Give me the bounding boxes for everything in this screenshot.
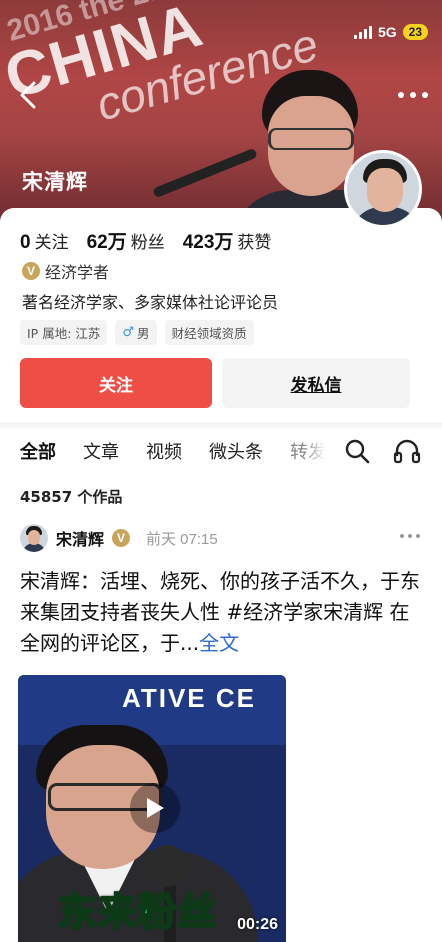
stat-label: 粉丝 — [130, 233, 165, 253]
post-more-icon[interactable] — [398, 531, 422, 541]
verified-badge-icon: V — [112, 529, 131, 547]
stat-value: 0 — [20, 232, 31, 253]
verified-line: V 经济学者 — [22, 259, 109, 283]
search-icon[interactable] — [344, 438, 370, 464]
banner-username: 宋清辉 — [22, 170, 88, 194]
content-tabs: 全部 文章 视频 微头条 转发 — [20, 438, 338, 464]
post-author-avatar[interactable] — [20, 524, 48, 552]
stat-likes[interactable]: 423万 获赞 — [183, 227, 272, 254]
more-icon[interactable] — [396, 88, 430, 102]
stat-value: 423万 — [182, 232, 234, 253]
video-caption: 东来粉丝 — [57, 889, 219, 935]
post-author-name[interactable]: 宋清辉 — [56, 526, 104, 550]
stat-followers[interactable]: 62万 粉丝 — [87, 227, 165, 254]
tab-all[interactable]: 全部 — [20, 438, 56, 464]
tag-ip-location: IP 属地: 江苏 — [20, 320, 108, 345]
verified-badge-icon: V — [22, 262, 40, 280]
follow-button[interactable]: 关注 — [20, 358, 212, 408]
tab-reposts[interactable]: 转发 — [290, 438, 326, 464]
video-duration: 00:26 — [237, 916, 278, 933]
verified-title: 经济学者 — [45, 263, 110, 282]
play-icon[interactable] — [130, 783, 180, 833]
stat-label: 关注 — [34, 233, 69, 253]
post-text-block[interactable]: 宋清辉：活埋、烧死、你的孩子活不久，于东来集团支持者丧失人性 #经济学家宋清辉 … — [20, 566, 420, 659]
stat-following[interactable]: 0 关注 — [20, 228, 69, 254]
send-message-button[interactable]: 发私信 — [222, 358, 410, 408]
video-thumbnail[interactable]: ATIVE CE 东来粉丝 00:26 — [18, 675, 286, 942]
back-icon[interactable] — [16, 80, 42, 110]
profile-bio: 著名经济学家、多家媒体社论评论员 — [22, 293, 279, 312]
section-divider — [0, 422, 442, 428]
profile-tags: IP 属地: 江苏 ♂ 男 财经领域资质 — [20, 320, 254, 345]
profile-stats: 0 关注 62万 粉丝 423万 获赞 — [20, 227, 271, 254]
headset-icon[interactable] — [393, 438, 421, 464]
tab-articles[interactable]: 文章 — [83, 438, 119, 464]
stat-label: 获赞 — [237, 233, 272, 253]
status-bar: 5G 23 — [353, 24, 428, 40]
male-icon: ♂ — [122, 325, 135, 340]
tab-videos[interactable]: 视频 — [146, 438, 182, 464]
post-timestamp: 前天 07:15 — [146, 530, 218, 548]
battery-icon: 23 — [402, 24, 428, 40]
network-type: 5G — [377, 24, 397, 40]
stat-value: 62万 — [86, 232, 127, 253]
avatar[interactable] — [344, 150, 422, 228]
signal-icon — [353, 25, 372, 39]
tag-qualification[interactable]: 财经领域资质 — [164, 320, 254, 345]
works-count: 45857 个作品 — [20, 488, 123, 506]
post-header: 宋清辉 V 前天 07:15 — [20, 523, 218, 553]
tab-micro-posts[interactable]: 微头条 — [209, 438, 263, 464]
full-text-link[interactable]: 全文 — [199, 631, 239, 655]
tag-gender-label: 男 — [137, 326, 150, 341]
tag-gender: ♂ 男 — [115, 320, 157, 345]
